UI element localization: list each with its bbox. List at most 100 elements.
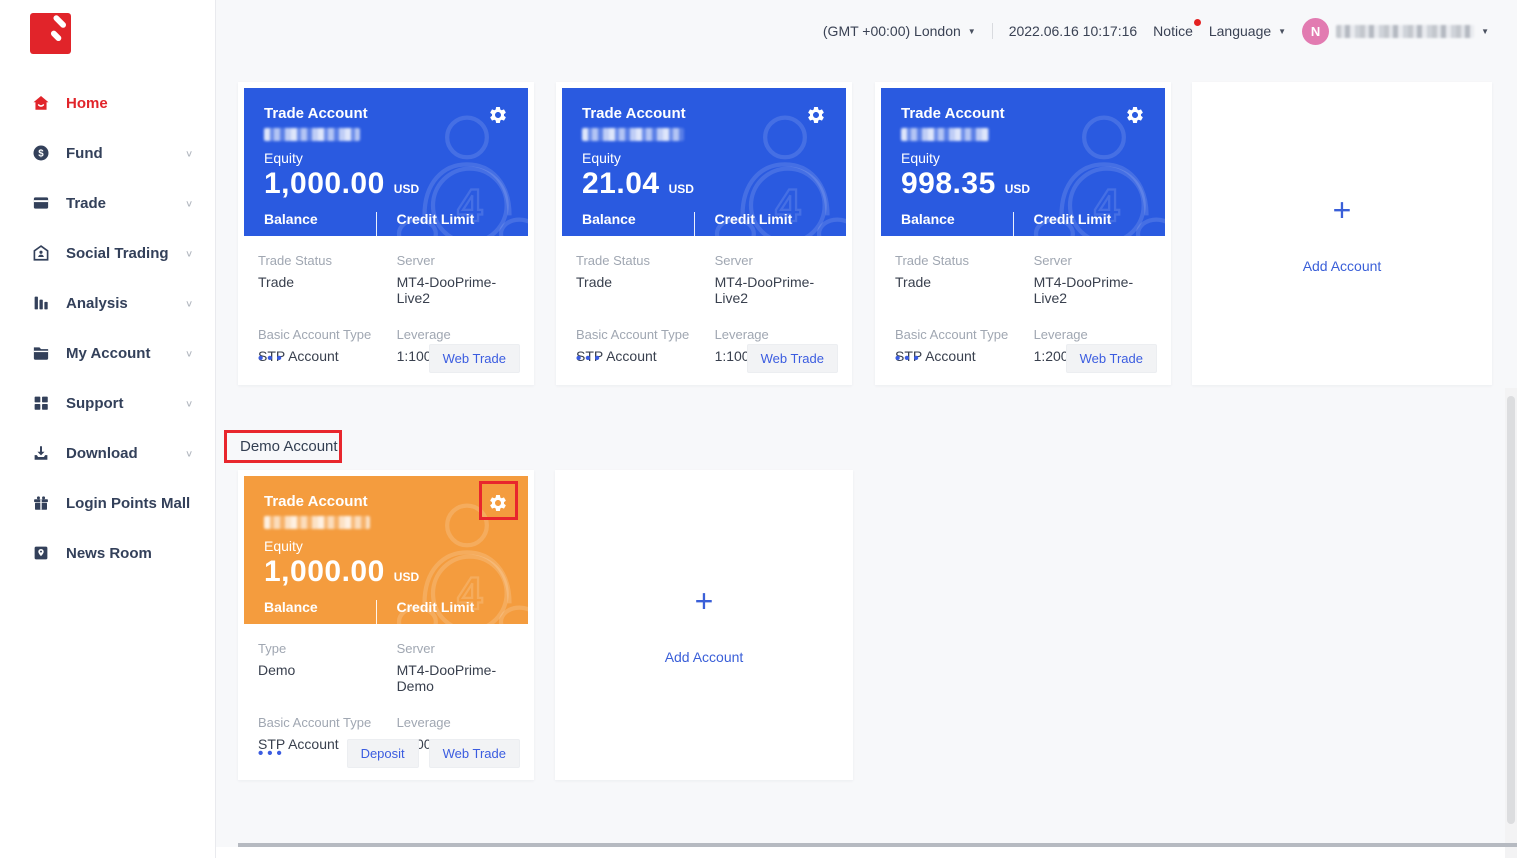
credit-limit-label: Credit Limit bbox=[715, 211, 827, 227]
vertical-scrollbar-thumb[interactable] bbox=[1507, 396, 1515, 824]
sidebar-item-download[interactable]: Download ∨ bbox=[0, 428, 215, 478]
sidebar-item-home[interactable]: Home bbox=[0, 78, 215, 128]
horizontal-scrollbar-thumb[interactable] bbox=[238, 843, 1517, 847]
sidebar-item-login-points-mall[interactable]: Login Points Mall bbox=[0, 478, 215, 528]
sidebar-item-fund[interactable]: $ Fund ∨ bbox=[0, 128, 215, 178]
balance-label: Balance bbox=[901, 211, 1013, 227]
sidebar-item-social-trading[interactable]: Social Trading ∨ bbox=[0, 228, 215, 278]
sidebar-item-label: News Room bbox=[66, 545, 193, 562]
fund-icon: $ bbox=[32, 144, 50, 162]
credit-limit-value: 0.00 bbox=[397, 621, 509, 624]
card-title: Trade Account bbox=[264, 105, 368, 122]
account-number-blurred bbox=[264, 128, 360, 141]
demo-account-section-annotation: Demo Account bbox=[224, 430, 342, 463]
sidebar-item-label: Support bbox=[66, 395, 185, 412]
info-item: TypeDemo bbox=[258, 641, 397, 694]
dooprime-logo-icon bbox=[30, 13, 71, 54]
account-panel: Trade Account Equity 21.04 USD Balance 2… bbox=[562, 88, 846, 236]
analysis-icon bbox=[32, 294, 50, 312]
balance-label: Balance bbox=[582, 211, 694, 227]
equity-value: 21.04 bbox=[582, 167, 660, 201]
sidebar-item-analysis[interactable]: Analysis ∨ bbox=[0, 278, 215, 328]
language-dropdown[interactable]: Language ▼ bbox=[1209, 23, 1286, 39]
web-trade-button[interactable]: Web Trade bbox=[429, 344, 520, 373]
equity-value: 1,000.00 bbox=[264, 555, 385, 589]
avatar: N bbox=[1302, 18, 1329, 45]
balance-label: Balance bbox=[264, 211, 376, 227]
credit-limit-label: Credit Limit bbox=[397, 211, 509, 227]
caret-down-icon: ▼ bbox=[968, 27, 976, 36]
demo-account-section-label: Demo Account bbox=[240, 438, 338, 455]
gear-annotation-box bbox=[479, 481, 518, 520]
notice-button[interactable]: Notice bbox=[1153, 23, 1193, 39]
svg-text:$: $ bbox=[38, 148, 44, 159]
sidebar-item-support[interactable]: Support ∨ bbox=[0, 378, 215, 428]
trade-account-card-3: Trade Account Equity 998.35 USD Balance … bbox=[875, 82, 1171, 385]
brand-logo[interactable] bbox=[0, 0, 215, 78]
vertical-scrollbar-track[interactable] bbox=[1505, 388, 1517, 858]
credit-limit-value: 0.00 bbox=[715, 233, 827, 236]
gift-icon bbox=[32, 494, 50, 512]
add-account-card[interactable]: + Add Account bbox=[555, 470, 853, 780]
sidebar-item-my-account[interactable]: My Account ∨ bbox=[0, 328, 215, 378]
info-item: ServerMT4-DooPrime-Live2 bbox=[397, 253, 514, 306]
chevron-down-icon: ∨ bbox=[185, 398, 193, 408]
notification-dot bbox=[1194, 19, 1201, 26]
sidebar-item-label: Login Points Mall bbox=[66, 495, 193, 512]
social-trading-icon bbox=[32, 244, 50, 262]
sidebar-item-label: Analysis bbox=[66, 295, 185, 312]
currency-label: USD bbox=[669, 182, 694, 196]
account-panel: Trade Account Equity 998.35 USD Balance … bbox=[881, 88, 1165, 236]
web-trade-button[interactable]: Web Trade bbox=[747, 344, 838, 373]
info-item: Trade StatusTrade bbox=[576, 253, 715, 306]
timezone-dropdown[interactable]: (GMT +00:00) London ▼ bbox=[823, 23, 976, 39]
sidebar-item-trade[interactable]: Trade ∨ bbox=[0, 178, 215, 228]
chevron-down-icon: ∨ bbox=[185, 148, 193, 158]
sidebar-item-label: Download bbox=[66, 445, 185, 462]
sidebar-item-label: Fund bbox=[66, 145, 185, 162]
add-account-label: Add Account bbox=[1303, 258, 1382, 274]
info-item: Trade StatusTrade bbox=[258, 253, 397, 306]
add-account-label: Add Account bbox=[665, 649, 744, 665]
balance-value: 998.35 bbox=[901, 233, 1013, 236]
credit-limit-value: 0.00 bbox=[397, 233, 509, 236]
grid-icon bbox=[32, 394, 50, 412]
equity-value: 998.35 bbox=[901, 167, 996, 201]
datetime-text: 2022.06.16 10:17:16 bbox=[1009, 23, 1137, 39]
sidebar-item-label: Home bbox=[66, 95, 193, 112]
sidebar-item-label: My Account bbox=[66, 345, 185, 362]
sidebar-item-news-room[interactable]: News Room bbox=[0, 528, 215, 578]
topbar-divider bbox=[992, 23, 993, 39]
credit-limit-label: Credit Limit bbox=[397, 599, 509, 615]
chevron-down-icon: ∨ bbox=[185, 198, 193, 208]
trade-account-card-2: Trade Account Equity 21.04 USD Balance 2… bbox=[556, 82, 852, 385]
balance-value: 21.04 bbox=[582, 233, 694, 236]
chevron-down-icon: ∨ bbox=[185, 348, 193, 358]
more-actions-button[interactable]: ••• bbox=[258, 745, 286, 762]
balance-value: 1,000.00 bbox=[264, 621, 376, 624]
notice-label: Notice bbox=[1153, 23, 1193, 39]
trade-icon bbox=[32, 194, 50, 212]
more-actions-button[interactable]: ••• bbox=[895, 350, 923, 367]
credit-limit-value: 0.00 bbox=[1034, 233, 1146, 236]
card-title: Trade Account bbox=[264, 493, 368, 510]
more-actions-button[interactable]: ••• bbox=[258, 350, 286, 367]
more-actions-button[interactable]: ••• bbox=[576, 350, 604, 367]
account-number-blurred bbox=[264, 516, 370, 529]
card-title: Trade Account bbox=[582, 105, 686, 122]
chevron-down-icon: ∨ bbox=[185, 298, 193, 308]
web-trade-button[interactable]: Web Trade bbox=[1066, 344, 1157, 373]
equity-value: 1,000.00 bbox=[264, 167, 385, 201]
add-account-card[interactable]: + Add Account bbox=[1192, 82, 1492, 385]
sidebar: Home $ Fund ∨ Trade ∨ Social Trading ∨ A… bbox=[0, 0, 216, 858]
web-trade-button[interactable]: Web Trade bbox=[429, 739, 520, 768]
account-number-blurred bbox=[901, 128, 989, 141]
trade-account-card-1: Trade Account Equity 1,000.00 USD Balanc… bbox=[238, 82, 534, 385]
plus-icon: + bbox=[695, 585, 714, 617]
deposit-button[interactable]: Deposit bbox=[347, 739, 419, 768]
user-menu[interactable]: N ▼ bbox=[1302, 18, 1489, 45]
info-item: ServerMT4-DooPrime-Live2 bbox=[1034, 253, 1151, 306]
home-icon bbox=[32, 94, 50, 112]
chevron-down-icon: ∨ bbox=[185, 248, 193, 258]
balance-label: Balance bbox=[264, 599, 376, 615]
